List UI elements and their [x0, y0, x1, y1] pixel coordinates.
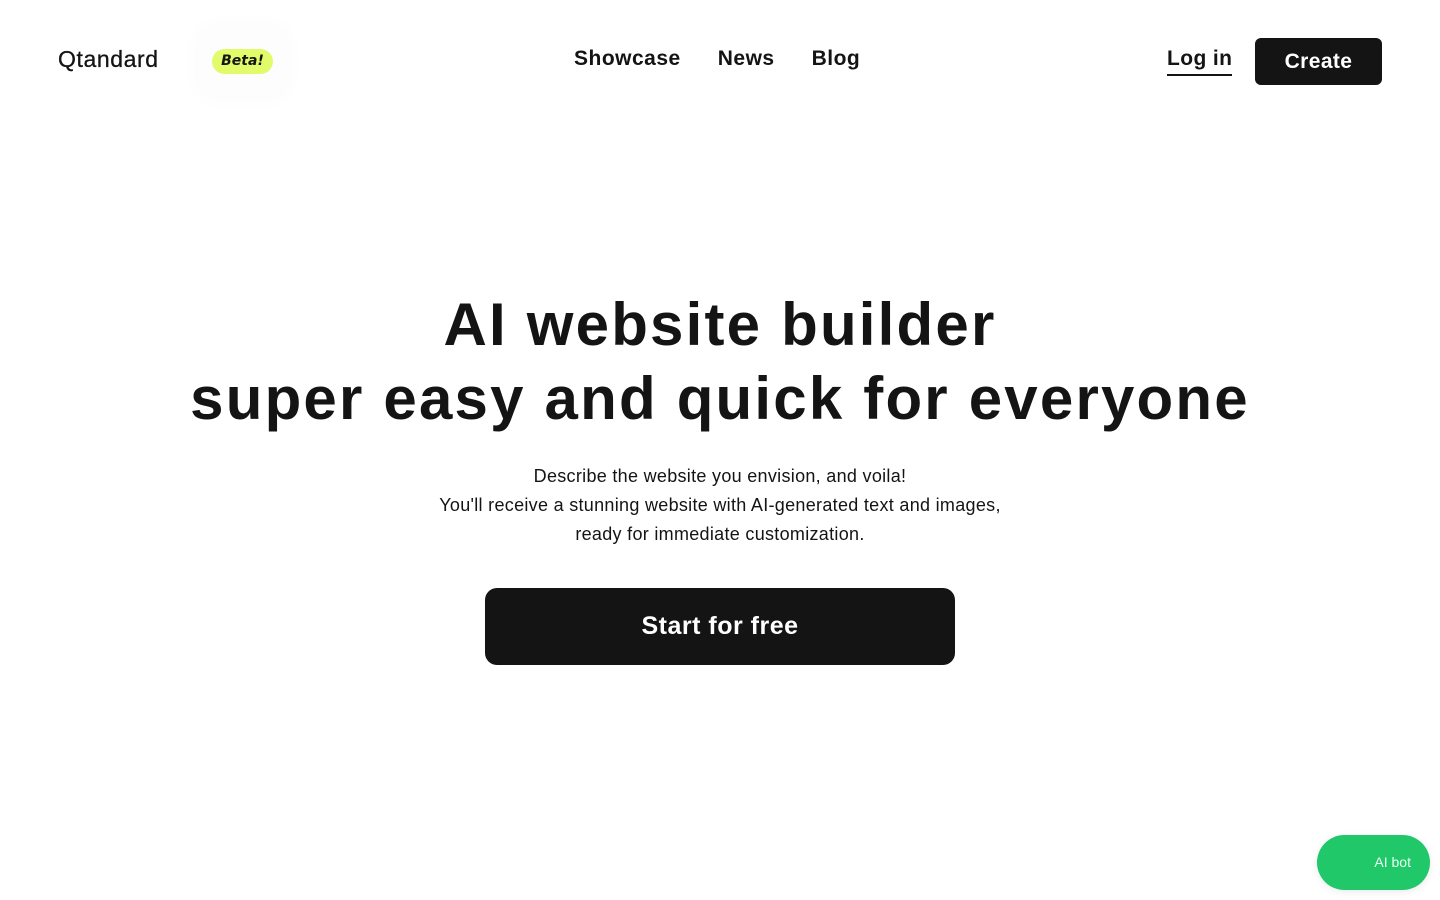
beta-badge: Beta!: [212, 49, 273, 74]
login-link[interactable]: Log in: [1167, 47, 1233, 76]
main-nav: Showcase News Blog: [574, 47, 860, 71]
nav-showcase[interactable]: Showcase: [574, 47, 681, 71]
hero-title-line-1: AI website builder: [443, 291, 997, 358]
nav-blog[interactable]: Blog: [812, 47, 861, 71]
hero-title-line-2: super easy and quick for everyone: [190, 365, 1250, 432]
hero-subtitle: Describe the website you envision, and v…: [0, 462, 1440, 549]
site-header: Qtandard Beta! Showcase News Blog Log in…: [0, 0, 1440, 122]
start-for-free-button[interactable]: Start for free: [485, 588, 955, 665]
hero-section: AI website builder super easy and quick …: [0, 288, 1440, 549]
nav-news[interactable]: News: [718, 47, 775, 71]
hero-subtitle-line-2: You'll receive a stunning website with A…: [439, 495, 1001, 515]
create-button[interactable]: Create: [1255, 38, 1382, 85]
logo[interactable]: Qtandard: [58, 46, 159, 73]
hero-subtitle-line-3: ready for immediate customization.: [575, 524, 865, 544]
hero-title: AI website builder super easy and quick …: [0, 288, 1440, 436]
ai-bot-chat-button[interactable]: AI bot: [1317, 835, 1430, 890]
hero-subtitle-line-1: Describe the website you envision, and v…: [533, 466, 907, 486]
